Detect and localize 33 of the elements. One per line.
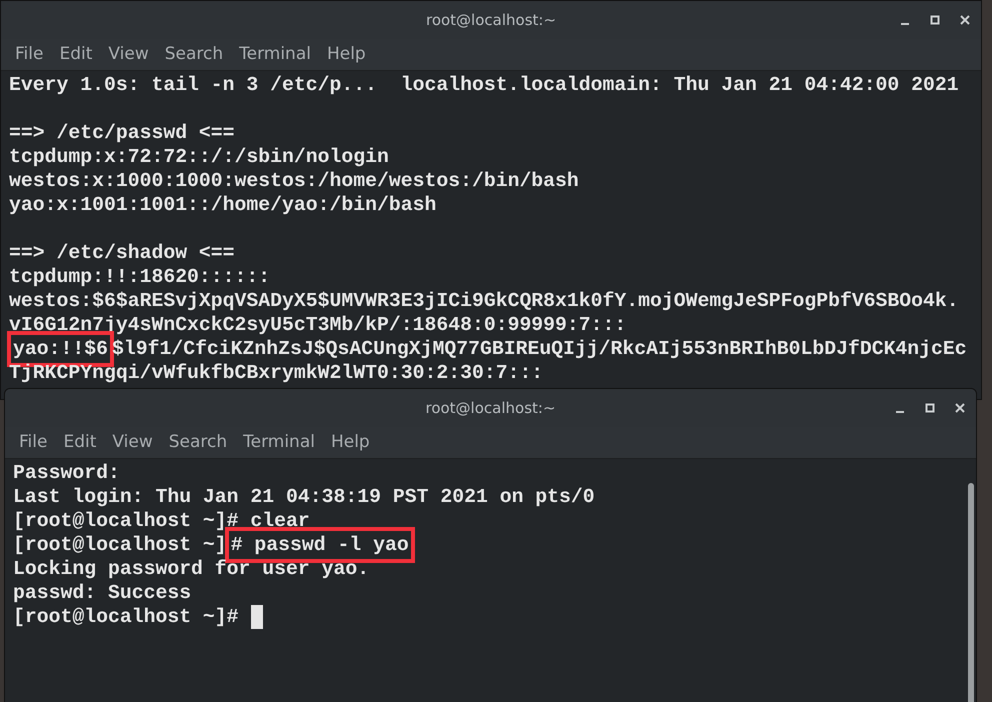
menu-item[interactable]: File — [15, 42, 44, 68]
menu-item[interactable]: Terminal — [239, 42, 311, 68]
terminal-text: tcpdump:!!:18620:::::: — [9, 265, 270, 289]
menu-item[interactable]: View — [108, 42, 149, 68]
menu-item[interactable]: Search — [168, 430, 228, 456]
menu-item[interactable]: Edit — [59, 42, 92, 68]
terminal-text: tcpdump:x:72:72::/:/sbin/nologin — [9, 145, 389, 169]
menu-item[interactable]: File — [19, 430, 48, 456]
window-title: root@localhost:~ — [425, 398, 556, 419]
terminal-text: [root@localhost ~]# — [13, 605, 239, 629]
terminal-text: passwd: Success — [13, 581, 192, 605]
terminal-text: westos:$6$aRESvjXpqVSADyX5$UMVWR3E3jICi9GkCQR8x1k0fY.mojOWemgJeSPFogPbfV6SBOo4k. — [9, 289, 959, 313]
terminal-text: Last login: Thu Jan 21 04:38:19 PST 2021 on pts/0 — [13, 485, 595, 509]
close-icon[interactable] — [959, 14, 971, 26]
menu-item[interactable]: Edit — [63, 430, 96, 456]
menu-item[interactable]: Help — [326, 42, 366, 68]
terminal-text: Password: — [13, 461, 120, 485]
maximize-icon[interactable] — [924, 402, 936, 414]
menu-item[interactable]: Search — [164, 42, 224, 68]
maximize-icon[interactable] — [929, 14, 941, 26]
scrollbar[interactable] — [968, 483, 974, 702]
terminal-text: ==> /etc/shadow <== — [9, 241, 235, 265]
menu-item[interactable]: View — [112, 430, 153, 456]
terminal-text: yao:x:1001:1001::/home/yao:/bin/bash — [9, 193, 436, 217]
terminal-text: westos:x:1000:1000:westos:/home/westos:/bin/bash — [9, 169, 579, 193]
terminal-text: Every 1.0s: tail -n 3 /etc/p... localhost.localdomain: Thu Jan 21 04:42:00 2021 — [9, 73, 959, 97]
terminal-text: ==> /etc/passwd <== — [9, 121, 235, 145]
terminal-text: [root@localhost ~] — [13, 533, 227, 557]
menu-item[interactable]: Terminal — [243, 430, 315, 456]
close-icon[interactable] — [954, 402, 966, 414]
menu-item[interactable]: Help — [330, 430, 370, 456]
highlighted-text: # passwd -l yao — [224, 527, 415, 563]
window-title: root@localhost:~ — [426, 10, 556, 31]
